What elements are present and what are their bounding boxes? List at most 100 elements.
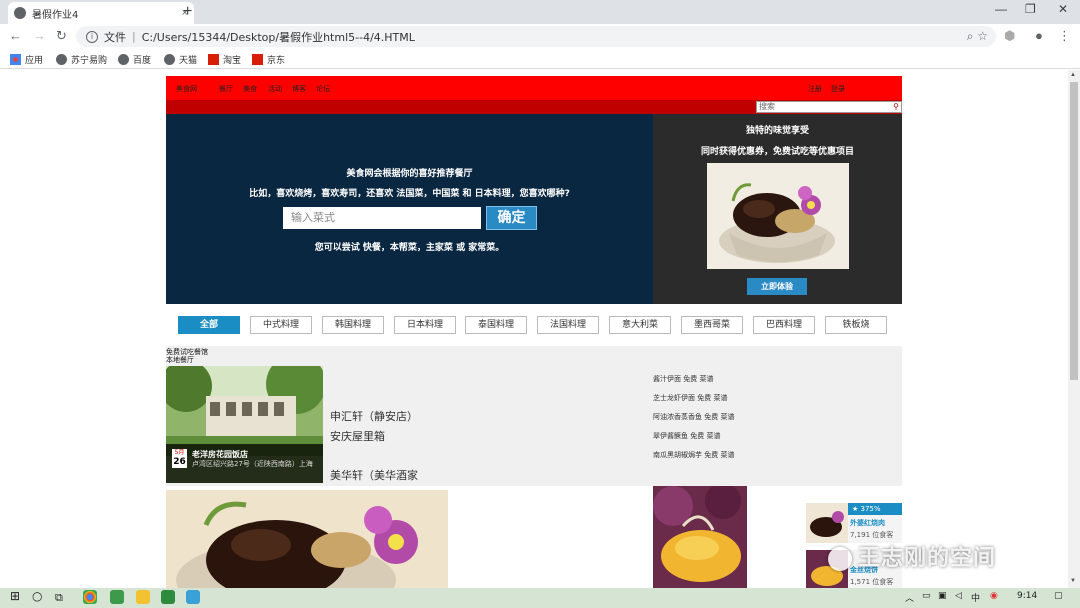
network-icon[interactable]: ▣ [938,591,947,601]
dish-item[interactable]: 芝士龙虾伊面 免费 菜谱 [653,393,727,403]
address-bar[interactable]: i 文件 | C:/Users/15344/Desktop/暑假作业html5-… [76,26,996,47]
restaurant-link[interactable]: 安庆屋里箱 [330,428,385,444]
notepad-icon[interactable] [110,590,124,604]
app-icon[interactable] [161,590,175,604]
minimize-button[interactable]: — [995,2,1007,16]
login-link[interactable]: 登录 [831,84,845,94]
forward-icon[interactable]: → [33,28,46,43]
antivirus-icon[interactable]: ◉ [990,591,998,601]
try-now-button[interactable]: 立即体验 [747,278,807,295]
promo-panel: 独特的味觉享受 同时获得优惠券，免费试吃等优惠项目 立即体验 [653,114,902,304]
chrome-icon[interactable] [83,590,97,604]
category-tabs: 全部 中式料理 韩国料理 日本料理 泰国料理 法国料理 意大利菜 墨西哥菜 巴西… [166,316,902,336]
zoom-icon[interactable]: ⌕ ☆ [967,29,988,44]
notification-icon[interactable]: ▢ [1054,591,1063,601]
nav-logo[interactable]: 美食网 [176,84,197,94]
dish-input[interactable]: 输入菜式 [283,207,481,229]
hero-line-1: 美食网会根据你的喜好推荐餐厅 [346,169,473,179]
clock[interactable]: 9:14 [1017,591,1037,601]
large-food-image[interactable] [166,490,448,588]
featured-restaurant-photo[interactable]: 5月 26 老洋房花园饭店 卢湾区绍兴路27号（近陕西南路）上海 [166,366,323,483]
ime-indicator[interactable]: 中 [971,591,980,604]
bookmark-label: 苏宁易购 [71,56,108,66]
register-link[interactable]: 注册 [808,84,822,94]
dish-thumbnail [806,503,848,543]
category-tab-mexican[interactable]: 墨西哥菜 [681,316,743,334]
top-nav: 美食网 餐厅 美食 活动 博客 论坛 注册 登录 [166,76,902,100]
bookmark-label: 应用 [25,56,44,66]
bookmark-label: 天猫 [179,56,198,66]
bookmark-jd[interactable]: 京东 [252,53,285,66]
scrollbar-thumb[interactable] [1070,82,1078,380]
globe-icon [14,7,26,19]
bookmark-label: 百度 [133,56,152,66]
search-input[interactable]: 搜索 ⚲ [756,101,902,113]
nav-item-events[interactable]: 活动 [268,84,282,94]
category-tab-japanese[interactable]: 日本料理 [394,316,456,334]
nav-item-food[interactable]: 美食 [243,84,257,94]
rating-badge: ★ 375% [848,503,902,515]
app-icon[interactable] [186,590,200,604]
category-tab-teppanyaki[interactable]: 铁板烧 [825,316,887,334]
category-tab-all[interactable]: 全部 [178,316,240,334]
promo-title: 独特的味觉享受 [745,126,809,136]
taskbar: ⊞ ○ ⧉ ︿ ▭ ▣ ◁ 中 ◉ 9:14 ▢ [0,588,1080,608]
watermark-text: 王志刚的空间 [858,546,997,571]
category-tab-thai[interactable]: 泰国料理 [465,316,527,334]
search-icon[interactable]: ○ [32,589,42,603]
calendar-day: 26 [173,457,186,467]
bookmark-suning[interactable]: 苏宁易购 [56,53,107,66]
search-row: 搜索 ⚲ [166,100,902,114]
close-window-button[interactable]: ✕ [1058,2,1068,16]
bookmark-baidu[interactable]: 百度 [118,53,151,66]
scroll-down-icon[interactable]: ▼ [1070,578,1076,584]
dish-item[interactable]: 翠伊酱鳜鱼 免费 菜谱 [653,431,720,441]
windows-start-icon[interactable]: ⊞ [10,589,20,603]
back-icon[interactable]: ← [9,28,22,43]
bookmark-apps[interactable]: 应用 [10,53,43,66]
file-explorer-icon[interactable] [136,590,150,604]
category-tab-korean[interactable]: 韩国料理 [322,316,384,334]
profile-icon[interactable]: ● [1035,28,1043,43]
battery-icon: ▭ [922,591,931,601]
bookmark-tmall[interactable]: 天猫 [164,53,197,66]
dish-item[interactable]: 南瓜黑胡椒焗芋 免费 菜谱 [653,450,734,460]
category-tab-brazilian[interactable]: 巴西料理 [753,316,815,334]
page-scrollbar[interactable]: ▲ ▼ [1068,70,1080,588]
category-tab-french[interactable]: 法国料理 [537,316,599,334]
new-tab-button[interactable]: + [183,3,192,21]
dessert-image[interactable] [653,486,747,588]
volume-icon[interactable]: ◁ [955,591,962,601]
browser-tab[interactable]: 暑假作业4 × [8,2,194,24]
dish-item[interactable]: 阿油浓香蒸香鱼 免费 菜谱 [653,412,734,422]
search-icon[interactable]: ⚲ [893,102,899,112]
tab-title: 暑假作业4 [32,9,79,21]
bookmarks-bar: 应用 苏宁易购 百度 天猫 淘宝 京东 [0,49,1080,69]
restaurant-link[interactable]: 美华轩（美华酒家 [330,467,418,483]
tray-chevron-icon[interactable]: ︿ [905,591,914,604]
scroll-up-icon[interactable]: ▲ [1070,72,1076,78]
promo-food-image[interactable] [707,163,849,269]
popular-dish-card[interactable]: ★ 375% 外婆红烧肉 7,191 位食客 [806,503,902,543]
restaurant-section: 免费试吃餐馆 本地餐厅 5月 26 老洋房花园饭店 卢湾区绍兴路27号（近陕西南… [166,346,902,486]
category-tab-chinese[interactable]: 中式料理 [250,316,312,334]
nav-item-restaurant[interactable]: 餐厅 [219,84,233,94]
maximize-button[interactable]: ❐ [1025,2,1036,16]
task-view-icon[interactable]: ⧉ [55,591,63,605]
url-text: C:/Users/15344/Desktop/暑假作业html5--4/4.HT… [141,30,415,44]
reload-icon[interactable]: ↻ [56,28,67,44]
card-diner-count: 7,191 位食客 [850,531,894,539]
restaurant-link[interactable]: 申汇轩（静安店） [330,408,418,424]
category-tab-italian[interactable]: 意大利菜 [609,316,671,334]
menu-icon[interactable]: ⋮ [1058,28,1071,44]
dish-item[interactable]: 酱汁伊面 免费 菜谱 [653,374,713,384]
nav-item-forum[interactable]: 论坛 [316,84,330,94]
globe-icon [118,54,129,65]
confirm-button[interactable]: 确定 [486,206,537,230]
nav-item-blog[interactable]: 博客 [292,84,306,94]
taobao-icon [208,54,219,65]
bookmark-taobao[interactable]: 淘宝 [208,53,241,66]
extension-icon[interactable]: ⬢ [1004,28,1015,44]
jd-icon [252,54,263,65]
info-icon[interactable]: i [86,30,98,43]
